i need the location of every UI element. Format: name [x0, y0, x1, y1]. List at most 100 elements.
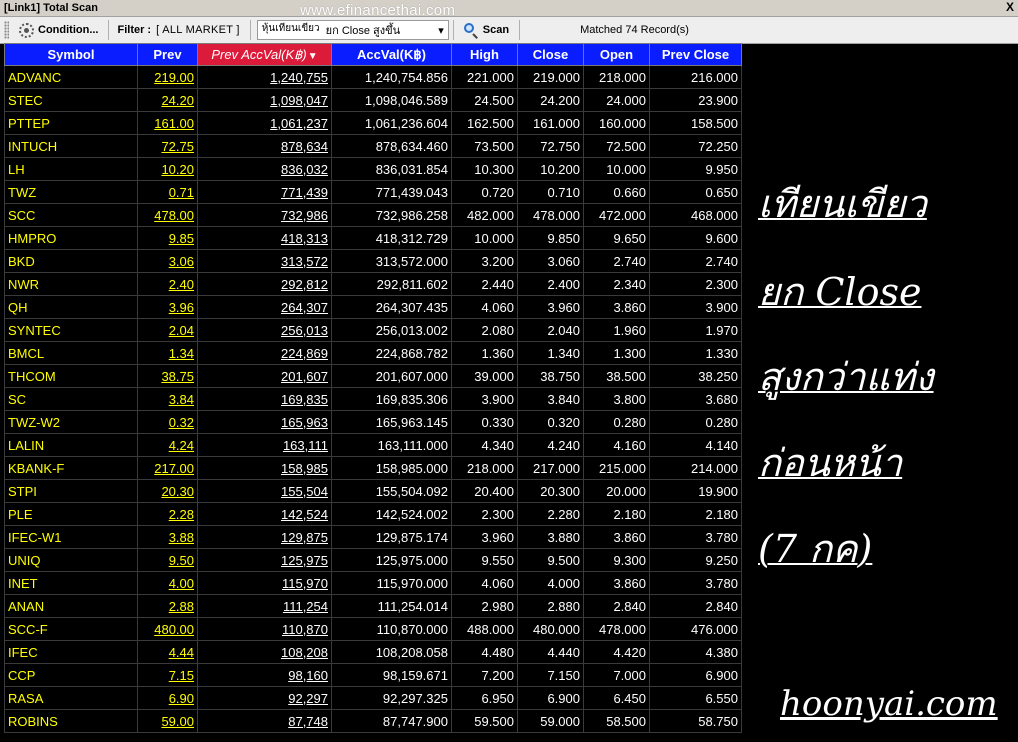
cell-symbol[interactable]: UNIQ [4, 548, 138, 572]
cell-prev-accval[interactable]: 1,098,047 [197, 88, 332, 112]
table-row[interactable]: STEC 24.20 1,098,047 1,098,046.589 24.500 24.… [4, 88, 742, 112]
scan-button[interactable]: Scan [458, 19, 515, 41]
cell-prev-accval[interactable]: 201,607 [197, 364, 332, 388]
cell-prev-accval[interactable]: 155,504 [197, 479, 332, 503]
cell-symbol[interactable]: KBANK-F [4, 456, 138, 480]
table-row[interactable]: ANAN 2.88 111,254 111,254.014 2.980 2.880 2.84… [4, 594, 742, 618]
cell-prev-accval[interactable]: 732,986 [197, 203, 332, 227]
cell-prev[interactable]: 20.30 [137, 479, 198, 503]
cell-prev-accval[interactable]: 878,634 [197, 134, 332, 158]
cell-prev-accval[interactable]: 125,975 [197, 548, 332, 572]
cell-prev[interactable]: 3.88 [137, 525, 198, 549]
cell-symbol[interactable]: HMPRO [4, 226, 138, 250]
column-header-high[interactable]: High [451, 43, 518, 66]
cell-prev-accval[interactable]: 836,032 [197, 157, 332, 181]
cell-symbol[interactable]: SCC-F [4, 617, 138, 641]
scan-condition-dropdown[interactable]: หุ้นเทียนเขียว ยก Close สูงขึ้น ▾ [256, 20, 449, 40]
cell-prev-accval[interactable]: 108,208 [197, 640, 332, 664]
cell-prev[interactable]: 2.04 [137, 318, 198, 342]
cell-symbol[interactable]: BMCL [4, 341, 138, 365]
cell-symbol[interactable]: RASA [4, 686, 138, 710]
cell-symbol[interactable]: ADVANC [4, 65, 138, 89]
cell-symbol[interactable]: SCC [4, 203, 138, 227]
cell-symbol[interactable]: TWZ-W2 [4, 410, 138, 434]
cell-prev-accval[interactable]: 163,111 [197, 433, 332, 457]
table-row[interactable]: INET 4.00 115,970 115,970.000 4.060 4.000 3.86… [4, 571, 742, 595]
cell-prev-accval[interactable]: 111,254 [197, 594, 332, 618]
cell-prev-accval[interactable]: 87,748 [197, 709, 332, 733]
table-row[interactable]: TWZ-W2 0.32 165,963 165,963.145 0.330 0.320 0.… [4, 410, 742, 434]
cell-prev[interactable]: 2.88 [137, 594, 198, 618]
table-row[interactable]: INTUCH 72.75 878,634 878,634.460 73.500 72.75… [4, 134, 742, 158]
column-header-prev-accval[interactable]: Prev AccVal(K฿)▼ [197, 43, 332, 66]
cell-symbol[interactable]: TWZ [4, 180, 138, 204]
cell-prev[interactable]: 478.00 [137, 203, 198, 227]
cell-prev[interactable]: 4.24 [137, 433, 198, 457]
cell-prev[interactable]: 7.15 [137, 663, 198, 687]
table-row[interactable]: HMPRO 9.85 418,313 418,312.729 10.000 9.850 9.… [4, 226, 742, 250]
cell-symbol[interactable]: LH [4, 157, 138, 181]
cell-symbol[interactable]: CCP [4, 663, 138, 687]
table-row[interactable]: SCC-F 480.00 110,870 110,870.000 488.000 480.… [4, 617, 742, 641]
table-row[interactable]: UNIQ 9.50 125,975 125,975.000 9.550 9.500 9.30… [4, 548, 742, 572]
cell-prev-accval[interactable]: 98,160 [197, 663, 332, 687]
cell-prev-accval[interactable]: 142,524 [197, 502, 332, 526]
cell-prev-accval[interactable]: 1,061,237 [197, 111, 332, 135]
cell-prev[interactable]: 4.44 [137, 640, 198, 664]
cell-prev-accval[interactable]: 92,297 [197, 686, 332, 710]
cell-prev[interactable]: 6.90 [137, 686, 198, 710]
table-row[interactable]: IFEC 4.44 108,208 108,208.058 4.480 4.440 4.42… [4, 640, 742, 664]
cell-symbol[interactable]: STPI [4, 479, 138, 503]
cell-prev[interactable]: 480.00 [137, 617, 198, 641]
cell-prev[interactable]: 219.00 [137, 65, 198, 89]
cell-prev-accval[interactable]: 1,240,755 [197, 65, 332, 89]
cell-prev-accval[interactable]: 313,572 [197, 249, 332, 273]
cell-prev[interactable]: 24.20 [137, 88, 198, 112]
cell-symbol[interactable]: INET [4, 571, 138, 595]
window-close-button[interactable]: X [1006, 0, 1014, 14]
table-row[interactable]: PLE 2.28 142,524 142,524.002 2.300 2.280 2.180… [4, 502, 742, 526]
table-row[interactable]: RASA 6.90 92,297 92,297.325 6.950 6.900 6.450 6… [4, 686, 742, 710]
cell-prev-accval[interactable]: 224,869 [197, 341, 332, 365]
cell-prev-accval[interactable]: 292,812 [197, 272, 332, 296]
cell-prev[interactable]: 4.00 [137, 571, 198, 595]
cell-prev-accval[interactable]: 110,870 [197, 617, 332, 641]
cell-prev[interactable]: 0.71 [137, 180, 198, 204]
table-row[interactable]: IFEC-W1 3.88 129,875 129,875.174 3.960 3.880 3… [4, 525, 742, 549]
cell-symbol[interactable]: NWR [4, 272, 138, 296]
cell-prev-accval[interactable]: 165,963 [197, 410, 332, 434]
table-row[interactable]: PTTEP 161.00 1,061,237 1,061,236.604 162.500… [4, 111, 742, 135]
cell-symbol[interactable]: SYNTEC [4, 318, 138, 342]
table-row[interactable]: KBANK-F 217.00 158,985 158,985.000 218.000 21… [4, 456, 742, 480]
cell-prev-accval[interactable]: 158,985 [197, 456, 332, 480]
cell-symbol[interactable]: INTUCH [4, 134, 138, 158]
cell-symbol[interactable]: IFEC [4, 640, 138, 664]
cell-prev-accval[interactable]: 169,835 [197, 387, 332, 411]
cell-prev[interactable]: 9.50 [137, 548, 198, 572]
cell-prev[interactable]: 38.75 [137, 364, 198, 388]
cell-symbol[interactable]: ROBINS [4, 709, 138, 733]
cell-prev[interactable]: 3.84 [137, 387, 198, 411]
table-row[interactable]: LH 10.20 836,032 836,031.854 10.300 10.200 10.… [4, 157, 742, 181]
table-row[interactable]: CCP 7.15 98,160 98,159.671 7.200 7.150 7.000 6.… [4, 663, 742, 687]
cell-symbol[interactable]: ANAN [4, 594, 138, 618]
column-header-prev[interactable]: Prev [137, 43, 198, 66]
cell-prev[interactable]: 1.34 [137, 341, 198, 365]
cell-prev[interactable]: 2.40 [137, 272, 198, 296]
table-row[interactable]: QH 3.96 264,307 264,307.435 4.060 3.960 3.860 3… [4, 295, 742, 319]
cell-prev-accval[interactable]: 418,313 [197, 226, 332, 250]
column-header-accval[interactable]: AccVal(K฿) [331, 43, 452, 66]
table-row[interactable]: SYNTEC 2.04 256,013 256,013.002 2.080 2.040 1.… [4, 318, 742, 342]
cell-prev[interactable]: 3.96 [137, 295, 198, 319]
table-row[interactable]: BKD 3.06 313,572 313,572.000 3.200 3.060 2.740… [4, 249, 742, 273]
cell-prev[interactable]: 72.75 [137, 134, 198, 158]
cell-prev[interactable]: 161.00 [137, 111, 198, 135]
cell-prev-accval[interactable]: 115,970 [197, 571, 332, 595]
column-header-open[interactable]: Open [583, 43, 650, 66]
cell-prev[interactable]: 9.85 [137, 226, 198, 250]
cell-symbol[interactable]: LALIN [4, 433, 138, 457]
filter-value[interactable]: [ ALL MARKET ] [154, 24, 246, 36]
cell-symbol[interactable]: PTTEP [4, 111, 138, 135]
cell-symbol[interactable]: PLE [4, 502, 138, 526]
table-row[interactable]: TWZ 0.71 771,439 771,439.043 0.720 0.710 0.660… [4, 180, 742, 204]
